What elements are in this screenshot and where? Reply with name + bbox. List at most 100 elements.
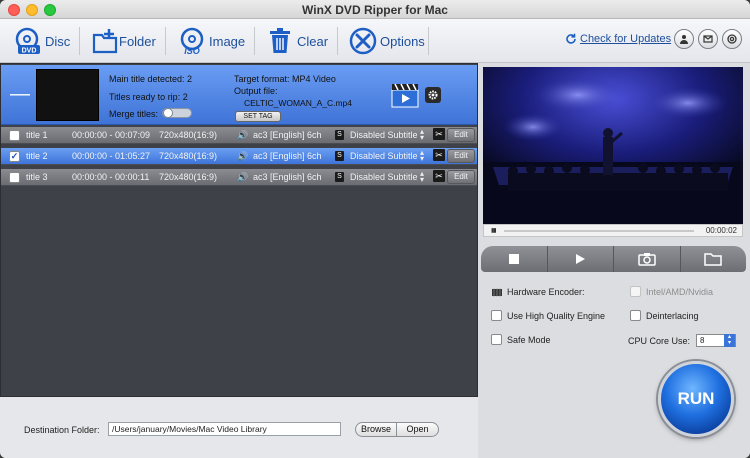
seek-track[interactable] [504,230,694,232]
trash-icon [270,28,290,53]
toolbar: DVD Disc Folder ISO Image Clear Options … [0,19,750,63]
window-title: WinX DVD Ripper for Mac [302,3,448,17]
speaker-icon: 🔊 [237,172,249,182]
run-button[interactable]: RUN [658,361,734,437]
separator [165,27,166,55]
scissors-icon[interactable]: ✂ [433,170,445,182]
cpu-core-label: CPU Core Use: [628,335,691,346]
high-quality-label: Use High Quality Engine [507,310,606,321]
hardware-encoder-label: Hardware Encoder: [507,287,585,297]
audio-track[interactable]: ac3 [English] 6ch [253,172,322,182]
destination-label: Destination Folder: [24,425,100,435]
speaker-icon: 🔊 [237,151,249,161]
video-preview [483,67,743,224]
seek-bar[interactable]: ▮▮ 00:00:02 [483,224,743,237]
deinterlacing-option[interactable]: Deinterlacing [630,310,699,321]
subtitle-dropdown-arrows[interactable]: ▴ ▾ [420,149,424,163]
camera-icon [638,253,656,266]
subtitle-icon: S [335,151,344,161]
playback-controls [481,246,746,272]
merge-titles-label: Merge titles: [109,109,159,119]
help-button[interactable] [722,29,742,49]
titles-ready-count: Titles ready to rip: 2 [109,92,188,102]
app-window: WinX DVD Ripper for Mac DVD Disc Folder [0,0,750,458]
open-button[interactable]: Open [397,422,439,437]
deinterlacing-checkbox[interactable] [630,310,641,321]
edit-button[interactable]: Edit [447,170,475,184]
title-row-selected[interactable]: ✓ title 2 00:00:00 - 01:05:27 720x480(16… [1,148,477,165]
title-name: title 2 [26,151,48,161]
check-updates-label: Check for Updates [580,33,672,45]
open-snapshot-folder-button[interactable] [681,246,747,272]
output-file-name: CELTIC_WOMAN_A_C.mp4 [244,98,353,108]
subtitle-icon: S [335,172,344,182]
svg-text:DVD: DVD [22,48,37,55]
add-folder-icon [92,29,118,54]
seek-handle[interactable]: ▮▮ [491,228,497,234]
edit-button[interactable]: Edit [447,128,475,142]
gear-icon [428,90,438,100]
subtitle-select[interactable]: Disabled Subtitle [350,151,418,161]
scissors-icon[interactable]: ✂ [433,128,445,140]
high-quality-checkbox[interactable] [491,310,502,321]
separator [428,27,429,55]
high-quality-option[interactable]: Use High Quality Engine [491,310,605,321]
subtitle-select[interactable]: Disabled Subtitle [350,130,418,140]
disc-button[interactable]: DVD Disc [14,25,70,57]
title-row[interactable]: title 3 00:00:00 - 00:00:11 720x480(16:9… [1,169,477,186]
audio-track[interactable]: ac3 [English] 6ch [253,130,322,140]
title-checkbox[interactable] [9,172,20,183]
cpu-core-row: CPU Core Use: 8 ▴ ▾ [628,334,737,347]
scissors-icon[interactable]: ✂ [433,149,445,161]
title-bar: WinX DVD Ripper for Mac [0,0,750,19]
cpu-core-select[interactable]: 8 ▴ ▾ [696,334,737,347]
merge-titles-toggle[interactable] [162,108,192,118]
subtitle-dropdown-arrows[interactable]: ▴ ▾ [420,128,424,142]
play-button[interactable] [548,246,614,272]
snapshot-button[interactable] [614,246,681,272]
cpu-core-value: 8 [700,336,705,345]
image-button[interactable]: ISO Image [178,25,245,57]
format-settings-button[interactable] [425,87,441,103]
edit-button[interactable]: Edit [447,149,475,163]
destination-path-field[interactable]: /Users/january/Movies/Mac Video Library [108,422,341,436]
svg-text:ISO: ISO [184,46,200,55]
subtitle-select[interactable]: Disabled Subtitle [350,172,418,182]
disc-summary: — Main title detected: 2 Titles ready to… [1,65,477,125]
run-area: RUN [655,352,750,458]
collapse-button[interactable]: — [8,84,32,106]
title-duration: 00:00:00 - 00:00:11 [72,172,150,182]
play-icon [576,254,586,264]
playback-time: 00:00:02 [705,226,737,235]
title-row[interactable]: title 1 00:00:00 - 00:07:09 720x480(16:9… [1,127,477,144]
title-name: title 1 [26,130,48,140]
hardware-encoder-checkbox[interactable] [630,286,641,297]
options-button[interactable]: Options [349,25,425,57]
stop-button[interactable] [481,246,548,272]
audio-track[interactable]: ac3 [English] 6ch [253,151,322,161]
refresh-icon [566,33,576,44]
dropdown-arrows-icon: ▴ ▾ [724,334,736,347]
dvd-disc-icon: DVD [15,27,40,55]
clear-button[interactable]: Clear [266,25,328,57]
title-resolution: 720x480(16:9) [159,151,218,161]
set-tag-button[interactable]: SET TAG [235,111,281,122]
video-format-icon[interactable] [391,82,421,108]
output-file-label: Output file: [234,86,278,96]
safe-mode-option[interactable]: Safe Mode [491,334,551,345]
title-name: title 3 [26,172,48,182]
browse-button[interactable]: Browse [355,422,397,437]
title-duration: 00:00:00 - 01:05:27 [72,151,151,161]
title-checkbox[interactable] [9,130,20,141]
hardware-encoder-option[interactable]: Intel/AMD/Nvidia [630,286,713,297]
image-label: Image [209,33,246,49]
separator [254,27,255,55]
folder-button[interactable]: Folder [91,25,156,57]
subtitle-dropdown-arrows[interactable]: ▴ ▾ [420,170,424,184]
safe-mode-checkbox[interactable] [491,334,502,345]
mail-button[interactable] [698,29,718,49]
check-updates-link[interactable]: Check for Updates [565,33,671,45]
account-button[interactable] [674,29,694,49]
title-checkbox[interactable]: ✓ [9,151,20,162]
title-thumbnail [36,69,99,121]
